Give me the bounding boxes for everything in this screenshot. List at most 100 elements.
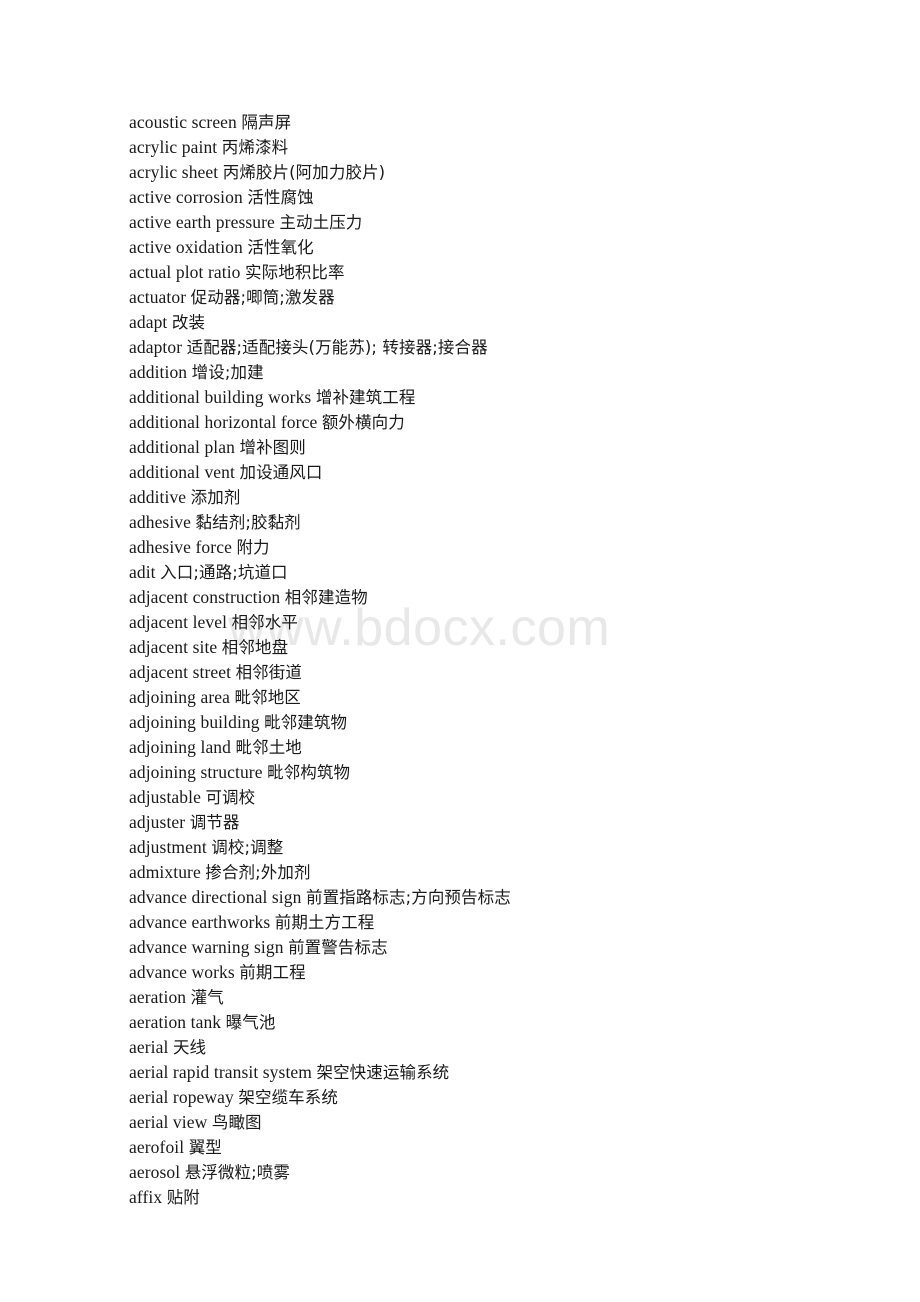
entry-gloss: 增补建筑工程 (315, 388, 416, 407)
entry-term: actuator (129, 287, 187, 307)
entry-term: additional building works (129, 387, 312, 407)
entry-term: adjacent level (129, 612, 228, 632)
entry-gloss: 主动土压力 (279, 213, 363, 232)
entry-term: adjustment (129, 837, 207, 857)
entry-gloss: 相邻水平 (231, 613, 298, 632)
entry-gloss: 掺合剂;外加剂 (205, 863, 311, 882)
entry-term: additional horizontal force (129, 412, 318, 432)
glossary-entry: adhesive force 附力 (129, 535, 869, 560)
entry-gloss: 添加剂 (190, 488, 241, 507)
entry-term: aeration (129, 987, 187, 1007)
glossary-entry: advance works 前期工程 (129, 960, 869, 985)
entry-term: active oxidation (129, 237, 243, 257)
entry-term: adhesive force (129, 537, 232, 557)
glossary-entry: aerosol 悬浮微粒;喷雾 (129, 1160, 869, 1185)
entry-gloss: 活性氧化 (247, 238, 314, 257)
entry-term: aeration tank (129, 1012, 222, 1032)
glossary-entry: adjoining building 毗邻建筑物 (129, 710, 869, 735)
entry-gloss: 相邻街道 (235, 663, 302, 682)
entry-gloss: 毗邻建筑物 (264, 713, 348, 732)
entry-gloss: 天线 (172, 1038, 207, 1057)
entry-gloss: 活性腐蚀 (247, 188, 314, 207)
entry-gloss: 前置警告标志 (288, 938, 388, 957)
entry-term: admixture (129, 862, 201, 882)
entry-gloss: 翼型 (188, 1138, 222, 1157)
glossary-entry: adapt 改装 (129, 310, 869, 335)
glossary-entry: adit 入口;通路;坑道口 (129, 560, 869, 585)
entry-gloss: 黏结剂;胶黏剂 (195, 513, 301, 532)
entry-gloss: 额外横向力 (321, 413, 405, 432)
entry-gloss: 鸟瞰图 (211, 1113, 262, 1132)
entry-gloss: 悬浮微粒;喷雾 (184, 1163, 290, 1182)
entry-gloss: 调节器 (189, 813, 240, 832)
glossary-entry: advance directional sign 前置指路标志;方向预告标志 (129, 885, 869, 910)
entry-term: adjoining building (129, 712, 260, 732)
entry-gloss: 可调校 (205, 788, 256, 807)
entry-term: adjustable (129, 787, 201, 807)
entry-gloss: 增补图则 (239, 438, 306, 457)
glossary-entry: adjustment 调校;调整 (129, 835, 869, 860)
glossary-entry: acoustic screen 隔声屏 (129, 110, 869, 135)
entry-gloss: 前期土方工程 (274, 913, 375, 932)
entry-gloss: 相邻建造物 (284, 588, 368, 607)
glossary-entry: additive 添加剂 (129, 485, 869, 510)
glossary-entry: adaptor 适配器;适配接头(万能苏); 转接器;接合器 (129, 335, 869, 360)
entry-term: active earth pressure (129, 212, 275, 232)
glossary-entry: adjacent construction 相邻建造物 (129, 585, 869, 610)
entry-gloss: 丙烯胶片(阿加力胶片) (222, 163, 386, 182)
entry-gloss: 曝气池 (225, 1013, 276, 1032)
entry-term: adapt (129, 312, 168, 332)
glossary-entry: adjustable 可调校 (129, 785, 869, 810)
glossary-entry: acrylic paint 丙烯漆料 (129, 135, 869, 160)
glossary-entry: adjoining structure 毗邻构筑物 (129, 760, 869, 785)
entry-gloss: 促动器;唧筒;激发器 (190, 288, 335, 307)
glossary-entry: actual plot ratio 实际地积比率 (129, 260, 869, 285)
glossary-entry: active oxidation 活性氧化 (129, 235, 869, 260)
glossary-entry: active corrosion 活性腐蚀 (129, 185, 869, 210)
glossary-entry: advance earthworks 前期土方工程 (129, 910, 869, 935)
entry-term: acrylic paint (129, 137, 218, 157)
glossary-entry: additional plan 增补图则 (129, 435, 869, 460)
glossary-entry: aeration tank 曝气池 (129, 1010, 869, 1035)
glossary-entry-list: acoustic screen 隔声屏 acrylic paint 丙烯漆料 acr… (129, 110, 869, 1210)
entry-term: adjacent street (129, 662, 232, 682)
entry-term: aerial view (129, 1112, 208, 1132)
entry-gloss: 附力 (236, 538, 270, 557)
entry-term: aerosol (129, 1162, 181, 1182)
entry-gloss: 改装 (171, 313, 206, 332)
entry-term: actual plot ratio (129, 262, 241, 282)
entry-term: adjuster (129, 812, 186, 832)
entry-gloss: 毗邻构筑物 (267, 763, 351, 782)
entry-term: adaptor (129, 337, 183, 357)
glossary-entry: adjuster 调节器 (129, 810, 869, 835)
entry-term: acrylic sheet (129, 162, 219, 182)
glossary-entry: additional building works 增补建筑工程 (129, 385, 869, 410)
glossary-entry: addition 增设;加建 (129, 360, 869, 385)
entry-gloss: 隔声屏 (241, 113, 292, 132)
glossary-entry: active earth pressure 主动土压力 (129, 210, 869, 235)
glossary-entry: aerial rapid transit system 架空快速运输系统 (129, 1060, 869, 1085)
entry-gloss: 架空快速运输系统 (316, 1063, 450, 1082)
entry-gloss: 入口;通路;坑道口 (160, 563, 288, 582)
entry-gloss: 灌气 (190, 988, 224, 1007)
glossary-entry: adjacent site 相邻地盘 (129, 635, 869, 660)
glossary-entry: adjoining area 毗邻地区 (129, 685, 869, 710)
entry-term: advance works (129, 962, 235, 982)
glossary-entry: adjacent street 相邻街道 (129, 660, 869, 685)
glossary-entry: advance warning sign 前置警告标志 (129, 935, 869, 960)
entry-term: affix (129, 1187, 163, 1207)
entry-term: aerial rapid transit system (129, 1062, 312, 1082)
entry-gloss: 增设;加建 (191, 363, 264, 382)
entry-gloss: 毗邻地区 (234, 688, 301, 707)
entry-term: adit (129, 562, 156, 582)
glossary-entry: additional horizontal force 额外横向力 (129, 410, 869, 435)
entry-gloss: 丙烯漆料 (221, 138, 289, 157)
entry-gloss: 前期工程 (239, 963, 306, 982)
glossary-entry: admixture 掺合剂;外加剂 (129, 860, 869, 885)
glossary-entry: adhesive 黏结剂;胶黏剂 (129, 510, 869, 535)
glossary-entry: aeration 灌气 (129, 985, 869, 1010)
entry-gloss: 实际地积比率 (245, 263, 345, 282)
entry-term: additional vent (129, 462, 235, 482)
entry-term: advance warning sign (129, 937, 284, 957)
entry-term: advance directional sign (129, 887, 302, 907)
